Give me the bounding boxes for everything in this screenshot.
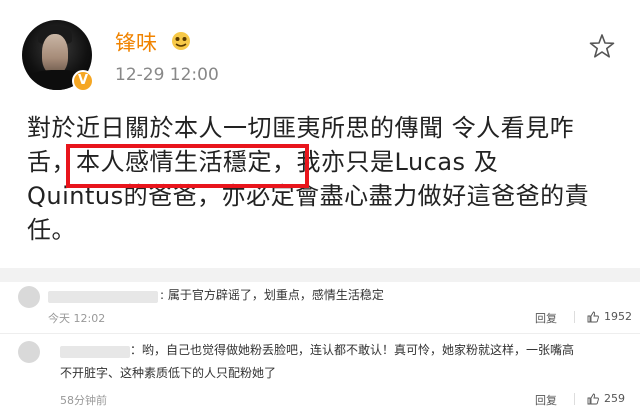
- like-count: 1952: [604, 310, 632, 323]
- username[interactable]: 锋味: [115, 27, 157, 57]
- highlight-box: [66, 144, 309, 188]
- thumbs-up-icon[interactable]: [587, 311, 599, 323]
- thumbs-up-icon[interactable]: [587, 393, 599, 405]
- post-timestamp: 12-29 12:00: [115, 65, 219, 85]
- verified-badge-icon: V: [72, 70, 94, 92]
- comment-text-line: 不开脏字、这种素质低下的人只配粉她了: [60, 366, 277, 380]
- comment-time: 58分钟前: [60, 394, 107, 407]
- comment-text: : 属于官方辟谣了，划重点，感情生活稳定: [160, 288, 384, 302]
- comment-username-blurred: [48, 291, 158, 303]
- comment-text-line: ：哟，自己也觉得做她粉丢脸吧，连认都不敢认！真可怜，她家粉就这样，一张嘴高: [130, 343, 575, 357]
- star-outline-icon[interactable]: [589, 33, 615, 59]
- divider: [574, 311, 575, 323]
- reply-button[interactable]: 回复: [535, 392, 557, 408]
- divider: [574, 393, 575, 405]
- comment-separator: [0, 333, 640, 334]
- like-count: 259: [604, 392, 625, 405]
- post-line: 對於近日關於本人一切匪夷所思的傳聞 令人看見咋: [27, 114, 575, 142]
- avatar-face: [42, 34, 68, 74]
- comment-username-blurred: [60, 346, 130, 358]
- vip-emoji-icon: [172, 32, 190, 50]
- comment-avatar[interactable]: [18, 286, 40, 308]
- comment-avatar[interactable]: [18, 341, 40, 363]
- reply-button[interactable]: 回复: [535, 310, 557, 326]
- post-line: 任。: [27, 216, 76, 244]
- section-divider: [0, 268, 640, 282]
- comment-time: 今天 12:02: [48, 312, 106, 325]
